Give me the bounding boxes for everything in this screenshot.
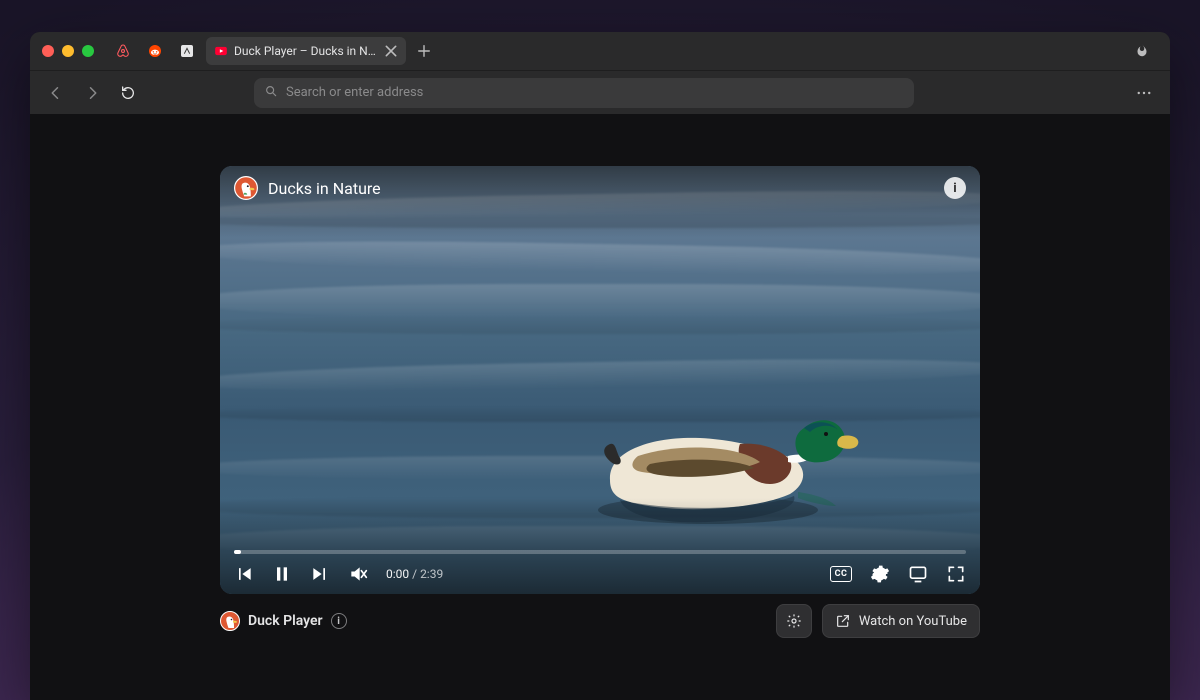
minimize-window-button[interactable] <box>62 45 74 57</box>
watch-on-youtube-label: Watch on YouTube <box>859 614 967 629</box>
video-header: Ducks in Nature i <box>234 176 966 200</box>
youtube-icon <box>214 44 228 58</box>
fire-button[interactable] <box>1128 37 1156 65</box>
pinned-tab-airbnb[interactable] <box>108 37 138 65</box>
captions-button[interactable]: CC <box>830 566 852 582</box>
toolbar: Search or enter address <box>30 70 1170 114</box>
tab-strip: Duck Player – Ducks in Nature <box>30 32 1170 70</box>
close-window-button[interactable] <box>42 45 54 57</box>
page-content: Ducks in Nature i <box>30 114 1170 700</box>
overflow-menu-button[interactable] <box>1130 79 1158 107</box>
previous-button[interactable] <box>234 564 254 584</box>
player-info-button[interactable]: i <box>331 613 347 629</box>
search-icon <box>264 84 278 102</box>
next-button[interactable] <box>310 564 330 584</box>
duration: 2:39 <box>420 567 443 581</box>
player-footer: Duck Player i Watch on YouTube <box>220 604 980 638</box>
player-brand: Duck Player i <box>220 611 347 631</box>
settings-button[interactable] <box>870 564 890 584</box>
pinned-tab-generic[interactable] <box>172 37 202 65</box>
progress-bar[interactable] <box>234 550 966 554</box>
address-bar[interactable]: Search or enter address <box>254 78 914 108</box>
watch-on-youtube-button[interactable]: Watch on YouTube <box>822 604 980 638</box>
video-title: Ducks in Nature <box>268 179 381 198</box>
browser-window: Duck Player – Ducks in Nature Search o <box>30 32 1170 700</box>
mute-button[interactable] <box>348 564 368 584</box>
player-settings-button[interactable] <box>776 604 812 638</box>
fullscreen-button[interactable] <box>946 564 966 584</box>
video-info-button[interactable]: i <box>944 177 966 199</box>
forward-button[interactable] <box>78 79 106 107</box>
zoom-window-button[interactable] <box>82 45 94 57</box>
duckduckgo-icon <box>234 176 258 200</box>
video-controls: 0:00 / 2:39 CC <box>234 550 966 584</box>
pinned-tabs <box>108 37 202 65</box>
address-placeholder: Search or enter address <box>286 85 423 100</box>
duck-player: Ducks in Nature i <box>220 166 980 638</box>
tab-label: Duck Player – Ducks in Nature <box>234 44 378 58</box>
pinned-tab-reddit[interactable] <box>140 37 170 65</box>
close-tab-button[interactable] <box>384 44 398 58</box>
player-name: Duck Player <box>248 613 323 629</box>
back-button[interactable] <box>42 79 70 107</box>
reload-button[interactable] <box>114 79 142 107</box>
pause-button[interactable] <box>272 564 292 584</box>
window-controls <box>42 45 94 57</box>
tab-active[interactable]: Duck Player – Ducks in Nature <box>206 37 406 65</box>
cast-button[interactable] <box>908 564 928 584</box>
video-player[interactable]: Ducks in Nature i <box>220 166 980 594</box>
time-display: 0:00 / 2:39 <box>386 567 443 581</box>
new-tab-button[interactable] <box>410 37 438 65</box>
current-time: 0:00 <box>386 567 409 581</box>
duckduckgo-icon <box>220 611 240 631</box>
